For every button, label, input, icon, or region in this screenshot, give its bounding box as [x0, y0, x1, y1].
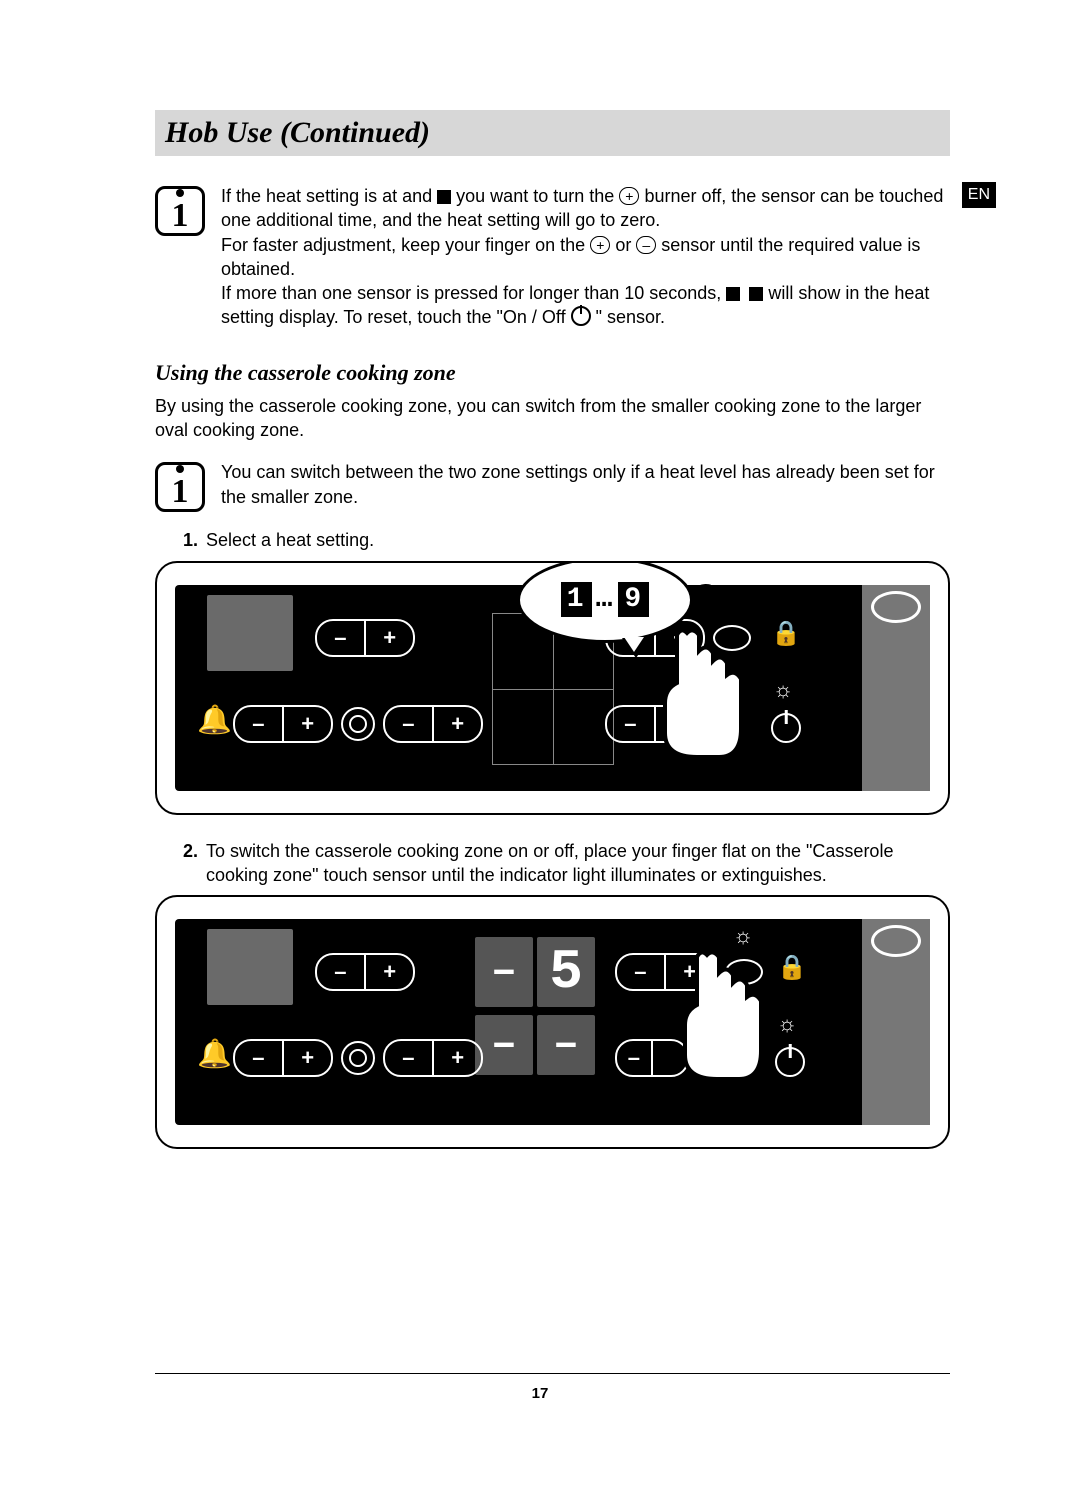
- info-icon: 1: [155, 186, 205, 236]
- minus-plus-control: –+: [383, 705, 483, 743]
- minus-plus-control: –+: [315, 953, 415, 991]
- zone-display: –: [475, 1015, 533, 1075]
- warming-icon: ☼: [773, 677, 793, 703]
- plus-button-icon: +: [590, 236, 610, 254]
- zone-display: –: [537, 1015, 595, 1075]
- subsection-heading: Using the casserole cooking zone: [155, 360, 950, 386]
- black-square-icon: [437, 190, 451, 204]
- info-note-2: 1 You can switch between the two zone se…: [155, 460, 950, 512]
- info-note-2-text: You can switch between the two zone sett…: [221, 460, 950, 509]
- info-icon: 1: [155, 462, 205, 512]
- bell-icon: 🔔: [197, 703, 232, 736]
- minus-plus-control: –+: [315, 619, 415, 657]
- minus-plus-control: –+: [233, 705, 333, 743]
- footer-rule: [155, 1373, 950, 1375]
- step-1: 1. Select a heat setting.: [155, 528, 950, 552]
- section-title-band: Hob Use (Continued): [155, 110, 950, 156]
- manual-page: Hob Use (Continued) EN 1 If the heat set…: [0, 0, 1080, 1486]
- step-2: 2. To switch the casserole cooking zone …: [155, 839, 950, 888]
- panel-side-illustration: [862, 919, 930, 1125]
- dual-ring-icon: [341, 1041, 375, 1075]
- control-panel-surface: – 5 – – –+ –+ ☼ 🔒 🔔 –+ –+ – ☼: [175, 919, 930, 1125]
- zone-display: –: [475, 937, 533, 1007]
- step-1-text: Select a heat setting.: [206, 528, 374, 552]
- bell-icon: 🔔: [197, 1037, 232, 1070]
- intro-paragraph: By using the casserole cooking zone, you…: [155, 394, 950, 443]
- minus-plus-control: –+: [233, 1039, 333, 1077]
- minus-button-icon: –: [636, 236, 656, 254]
- step-2-text: To switch the casserole cooking zone on …: [206, 839, 950, 888]
- figure-2-control-panel: – 5 – – –+ –+ ☼ 🔒 🔔 –+ –+ – ☼: [155, 895, 950, 1149]
- minus-plus-control: –+: [383, 1039, 483, 1077]
- language-badge: EN: [962, 182, 996, 208]
- lock-icon: 🔒: [771, 619, 801, 648]
- warming-icon: ☼: [777, 1011, 797, 1037]
- dual-ring-icon: [341, 707, 375, 741]
- figure-1-control-panel: –+ –+ 🔒 🔔 –+ –+ –+ ☼: [155, 561, 950, 815]
- hand-pointer-icon: [677, 945, 767, 1085]
- power-icon: [775, 1047, 805, 1077]
- section-title: Hob Use (Continued): [165, 116, 940, 150]
- power-icon: [771, 713, 801, 743]
- hand-pointer-icon: [657, 623, 747, 763]
- black-square-icon: [749, 287, 763, 301]
- panel-side-illustration: [862, 585, 930, 791]
- heat-setting-callout: 1 … 9: [517, 561, 693, 643]
- info-note-1-text: If the heat setting is at and you want t…: [221, 184, 950, 330]
- power-icon: [571, 306, 591, 326]
- lock-icon: 🔒: [777, 953, 807, 982]
- timer-display: [207, 595, 293, 671]
- plus-button-icon: +: [619, 187, 639, 205]
- info-note-1: 1 If the heat setting is at and you want…: [155, 184, 950, 330]
- black-square-icon: [726, 287, 740, 301]
- casserole-zone-indicator-icon: [871, 925, 921, 957]
- casserole-zone-indicator-icon: [871, 591, 921, 623]
- timer-display: [207, 929, 293, 1005]
- zone-display: 5: [537, 937, 595, 1007]
- page-number: 17: [0, 1385, 1080, 1402]
